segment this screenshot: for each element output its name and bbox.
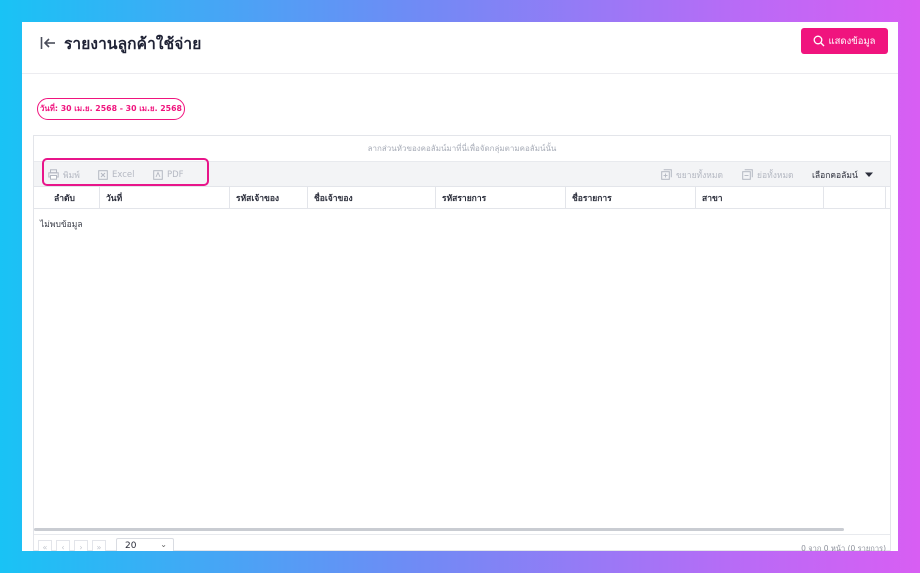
- page-header: รายงานลูกค้าใช้จ่าย แสดงข้อมูล: [22, 22, 898, 74]
- next-page-icon: ›: [79, 542, 83, 552]
- collapse-all-button[interactable]: ย่อทั้งหมด: [742, 167, 794, 182]
- expand-icon: [661, 169, 672, 180]
- column-header-date[interactable]: วันที่: [100, 187, 230, 209]
- printer-icon: [48, 169, 59, 180]
- collapse-icon: [742, 169, 753, 180]
- chevron-down-icon: ⌄: [160, 540, 167, 549]
- print-label: พิมพ์: [63, 170, 80, 181]
- report-window: รายงานลูกค้าใช้จ่าย แสดงข้อมูล วันที่: 3…: [22, 22, 898, 551]
- column-header-spacer: [824, 187, 886, 209]
- date-range-label: วันที่: 30 เม.ย. 2568 - 30 เม.ย. 2568: [40, 104, 182, 113]
- pdf-icon: [153, 169, 163, 180]
- last-page-button[interactable]: »: [92, 540, 106, 551]
- last-page-icon: »: [96, 542, 102, 552]
- caret-down-icon: [864, 172, 873, 177]
- first-page-button[interactable]: «: [38, 540, 52, 551]
- column-header-order[interactable]: ลำดับ: [34, 187, 100, 209]
- group-panel-hint: ลากส่วนหัวของคอลัมน์มาที่นี่เพื่อจัดกลุ่…: [367, 144, 557, 153]
- grid-toolbar: พิมพ์ Excel PDF ขยายทั้งหมด ย่อทั้งหมด เ…: [34, 162, 890, 187]
- first-page-icon: «: [42, 542, 48, 552]
- column-header-owner-name[interactable]: ชื่อเจ้าของ: [308, 187, 436, 209]
- column-header-item-code[interactable]: รหัสรายการ: [436, 187, 566, 209]
- column-header-item-name[interactable]: ชื่อรายการ: [566, 187, 696, 209]
- pdf-label: PDF: [167, 169, 184, 180]
- pdf-export-button[interactable]: PDF: [153, 167, 184, 182]
- page-info: 0 จาก 0 หน้า (0 รายการ): [801, 544, 886, 551]
- expand-all-label: ขยายทั้งหมด: [676, 170, 724, 181]
- collapse-all-label: ย่อทั้งหมด: [757, 170, 794, 181]
- empty-message: ไม่พบข้อมูล: [40, 220, 83, 230]
- page-size-select[interactable]: 20 ⌄: [116, 538, 174, 551]
- pager: « ‹ › » 20 ⌄ 0 จาก 0 หน้า (0 รายการ): [34, 534, 890, 551]
- excel-export-button[interactable]: Excel: [98, 167, 135, 182]
- back-button[interactable]: [38, 33, 58, 53]
- column-chooser-button[interactable]: เลือกคอลัมน์: [812, 167, 876, 182]
- show-data-label: แสดงข้อมูล: [828, 35, 876, 47]
- column-header-branch[interactable]: สาขา: [696, 187, 824, 209]
- print-button[interactable]: พิมพ์: [48, 167, 80, 182]
- table-header-row: ลำดับ วันที่ รหัสเจ้าของ ชื่อเจ้าของ รหั…: [34, 187, 890, 209]
- horizontal-scrollbar[interactable]: [34, 528, 844, 531]
- excel-icon: [98, 169, 108, 180]
- excel-label: Excel: [112, 169, 135, 180]
- column-chooser-label: เลือกคอลัมน์: [812, 170, 858, 181]
- prev-page-icon: ‹: [61, 542, 65, 552]
- group-panel[interactable]: ลากส่วนหัวของคอลัมน์มาที่นี่เพื่อจัดกลุ่…: [34, 136, 890, 162]
- page-size-value: 20: [125, 541, 137, 551]
- date-range-chip[interactable]: วันที่: 30 เม.ย. 2568 - 30 เม.ย. 2568: [37, 98, 185, 120]
- expand-all-button[interactable]: ขยายทั้งหมด: [661, 167, 723, 182]
- data-grid: ลากส่วนหัวของคอลัมน์มาที่นี่เพื่อจัดกลุ่…: [33, 135, 891, 551]
- search-icon: [814, 35, 825, 47]
- column-header-owner-code[interactable]: รหัสเจ้าของ: [230, 187, 308, 209]
- show-data-button[interactable]: แสดงข้อมูล: [801, 28, 888, 54]
- next-page-button[interactable]: ›: [74, 540, 88, 551]
- arrow-left-to-line-icon: [40, 37, 55, 49]
- page-title: รายงานลูกค้าใช้จ่าย: [64, 35, 202, 53]
- prev-page-button[interactable]: ‹: [56, 540, 70, 551]
